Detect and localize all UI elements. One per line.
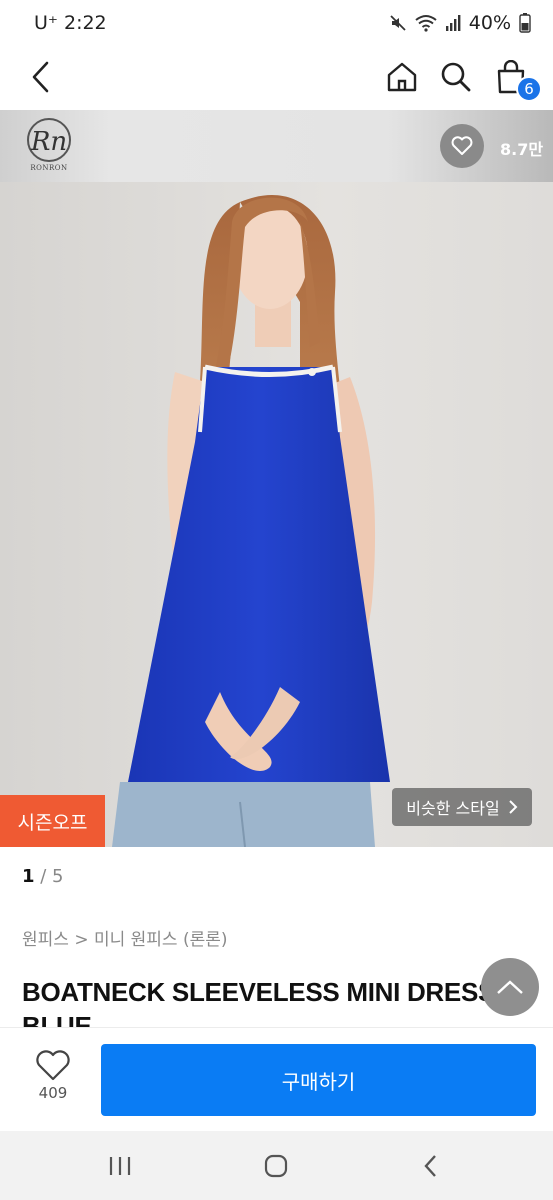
heart-outline-icon [36, 1050, 70, 1081]
cart-count-badge: 6 [516, 76, 542, 102]
status-bar: U⁺ 2:22 40% [0, 0, 553, 46]
home-nav-button[interactable] [256, 1151, 296, 1181]
similar-style-button[interactable]: 비슷한 스타일 [392, 788, 532, 826]
image-pager: 1 / 5 [22, 866, 64, 887]
search-button[interactable] [433, 54, 479, 100]
product-title: BOATNECK SLEEVELESS MINI DRESS BLUE [22, 977, 496, 1027]
signal-icon [445, 15, 461, 31]
status-carrier-time: U⁺ 2:22 [34, 12, 107, 34]
similar-style-label: 비슷한 스타일 [406, 799, 500, 818]
buy-button[interactable]: 구매하기 [101, 1044, 536, 1116]
search-icon [441, 62, 471, 92]
status-icons: 40% [389, 12, 531, 34]
battery-icon [519, 13, 531, 33]
brand-like-count: 8.7만 [500, 140, 544, 159]
pager-total: / 5 [40, 866, 64, 887]
heart-icon [451, 136, 473, 155]
brand-like-button[interactable] [440, 124, 484, 168]
battery-percent: 40% [468, 12, 511, 34]
chevron-up-icon [497, 980, 523, 994]
product-photo-illustration [0, 182, 553, 847]
wishlist-count: 409 [38, 1084, 68, 1102]
brand-name: RONRON [30, 164, 68, 172]
recent-apps-icon [109, 1157, 131, 1175]
purchase-bar: 409 구매하기 [0, 1027, 553, 1131]
pager-current: 1 [22, 866, 35, 887]
chevron-right-icon [508, 800, 518, 814]
brand-strip: Rn RONRON 8.7만 [0, 110, 553, 182]
top-nav: 6 [0, 46, 553, 110]
brand-logo[interactable]: Rn RONRON [22, 118, 76, 176]
brand-monogram: Rn [27, 118, 71, 162]
product-page: U⁺ 2:22 40% 6 Rn RONRON 8.7만 시즌오프 비슷한 스타… [0, 0, 553, 1200]
wifi-icon [415, 15, 437, 32]
scroll-to-top-button[interactable] [481, 958, 539, 1016]
season-off-tag: 시즌오프 [0, 795, 105, 847]
product-image[interactable] [0, 182, 553, 847]
home-icon [387, 62, 417, 92]
recent-apps-button[interactable] [100, 1151, 140, 1181]
back-button[interactable] [18, 54, 64, 100]
cart-button[interactable]: 6 [488, 54, 542, 102]
back-icon [32, 61, 49, 93]
home-circle-icon [264, 1154, 288, 1178]
mute-icon [390, 15, 406, 31]
back-nav-button[interactable] [411, 1151, 451, 1181]
wishlist-button[interactable]: 409 [26, 1050, 80, 1112]
android-nav-bar [0, 1131, 553, 1200]
category-breadcrumb[interactable]: 원피스 > 미니 원피스 (론론) [22, 925, 228, 950]
home-button[interactable] [379, 54, 425, 100]
back-chevron-icon [424, 1155, 436, 1177]
